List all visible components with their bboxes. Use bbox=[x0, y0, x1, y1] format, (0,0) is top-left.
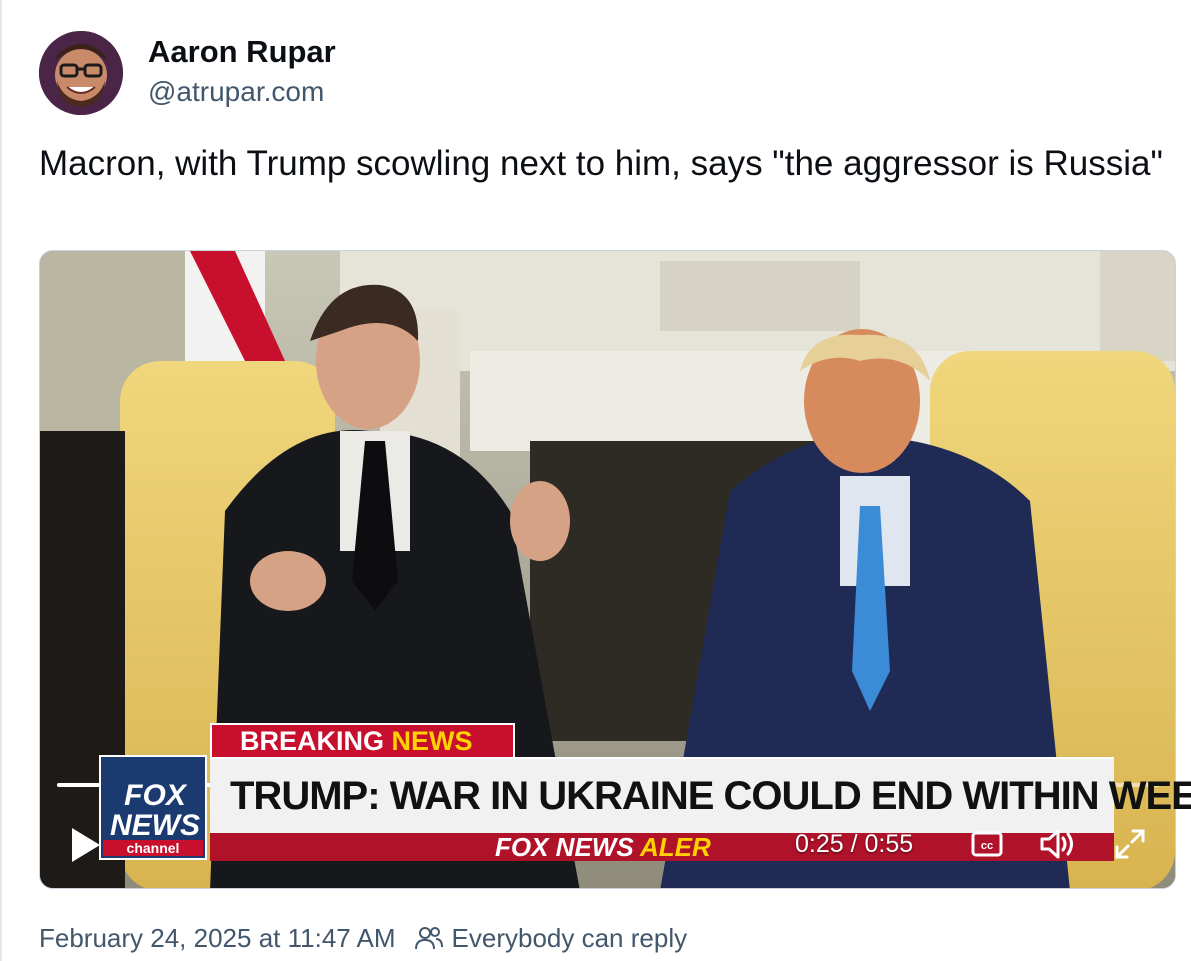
author-name[interactable]: Aaron Rupar bbox=[148, 34, 336, 70]
banner-accent: NEWS bbox=[391, 726, 473, 756]
author-handle[interactable]: @atrupar.com bbox=[148, 76, 324, 108]
chyron-alert-text: FOX NEWS ALER bbox=[495, 833, 711, 861]
play-icon bbox=[72, 828, 100, 862]
post-footer: February 24, 2025 at 11:47 AM Everybody … bbox=[39, 921, 687, 955]
alert-accent: ALER bbox=[639, 832, 711, 862]
chyron-headline: TRUMP: WAR IN UKRAINE COULD END WITHIN W… bbox=[230, 774, 1191, 818]
closed-captions-button[interactable]: cc bbox=[971, 831, 1003, 857]
author-avatar[interactable] bbox=[39, 31, 123, 115]
logo-line3: channel bbox=[103, 840, 203, 856]
post: Aaron Rupar @atrupar.com Macron, with Tr… bbox=[0, 0, 1191, 961]
volume-button[interactable] bbox=[1039, 828, 1077, 860]
svg-text:cc: cc bbox=[981, 840, 993, 852]
fullscreen-icon bbox=[1115, 829, 1145, 859]
fox-news-logo: FOX NEWS channel bbox=[99, 755, 207, 860]
post-text: Macron, with Trump scowling next to him,… bbox=[39, 144, 1163, 183]
breaking-news-banner: BREAKING NEWS bbox=[210, 723, 515, 759]
avatar-image bbox=[39, 31, 123, 115]
post-timestamp[interactable]: February 24, 2025 at 11:47 AM bbox=[39, 923, 396, 954]
logo-line2: NEWS bbox=[110, 809, 200, 842]
reply-setting: Everybody can reply bbox=[414, 922, 688, 954]
video-time: 0:25 / 0:55 bbox=[795, 830, 914, 858]
alert-prefix: FOX NEWS bbox=[495, 832, 640, 862]
people-icon bbox=[414, 927, 443, 950]
play-button[interactable] bbox=[68, 826, 104, 864]
logo-line1: FOX bbox=[124, 779, 186, 812]
closed-captions-icon: cc bbox=[971, 831, 1003, 857]
reply-setting-label: Everybody can reply bbox=[451, 922, 688, 953]
chyron-headline-bar: TRUMP: WAR IN UKRAINE COULD END WITHIN W… bbox=[210, 757, 1191, 833]
banner-prefix: BREAKING bbox=[240, 726, 392, 756]
volume-icon bbox=[1040, 829, 1073, 859]
fullscreen-button[interactable] bbox=[1113, 827, 1147, 861]
